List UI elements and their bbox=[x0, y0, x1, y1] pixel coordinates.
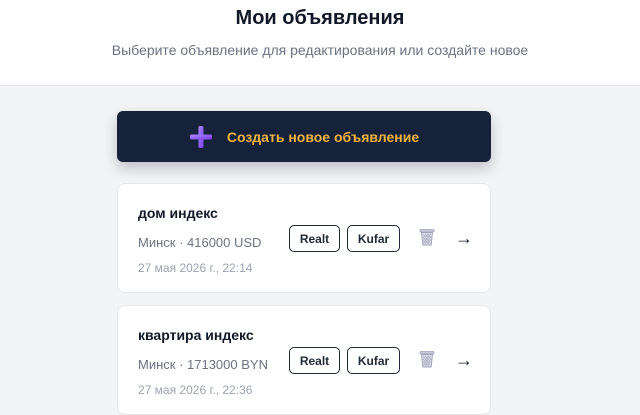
listing-card[interactable]: квартира индекс Минск · 1713000 BYN 27 м… bbox=[117, 305, 491, 415]
realt-button[interactable]: Realt bbox=[289, 347, 340, 374]
page-subtitle: Выберите объявление для редактирования и… bbox=[111, 42, 529, 58]
listing-date: 27 мая 2026 г., 22:36 bbox=[138, 383, 253, 397]
listing-date: 27 мая 2026 г., 22:14 bbox=[138, 261, 253, 275]
listing-location-price: Минск · 1713000 BYN bbox=[138, 357, 268, 372]
create-listing-button[interactable]: Создать новое объявление bbox=[117, 111, 491, 162]
create-listing-label: Создать новое объявление bbox=[226, 128, 420, 145]
listing-location-price: Минск · 416000 USD bbox=[138, 235, 262, 250]
arrow-right-icon[interactable]: → bbox=[453, 226, 475, 250]
plus-icon bbox=[189, 125, 212, 148]
arrow-right-icon[interactable]: → bbox=[453, 348, 475, 372]
kufar-button[interactable]: Kufar bbox=[347, 347, 400, 374]
page-header: Мои объявления Выберите объявление для р… bbox=[0, 0, 640, 86]
listing-title: дом индекс bbox=[138, 205, 218, 221]
listing-card[interactable]: дом индекс Минск · 416000 USD 27 мая 202… bbox=[117, 183, 491, 293]
kufar-button[interactable]: Kufar bbox=[347, 225, 400, 252]
trash-icon[interactable] bbox=[417, 227, 437, 247]
trash-icon[interactable] bbox=[417, 349, 437, 369]
listing-title: квартира индекс bbox=[138, 327, 254, 343]
realt-button[interactable]: Realt bbox=[289, 225, 340, 252]
page-title: Мои объявления bbox=[235, 7, 405, 29]
